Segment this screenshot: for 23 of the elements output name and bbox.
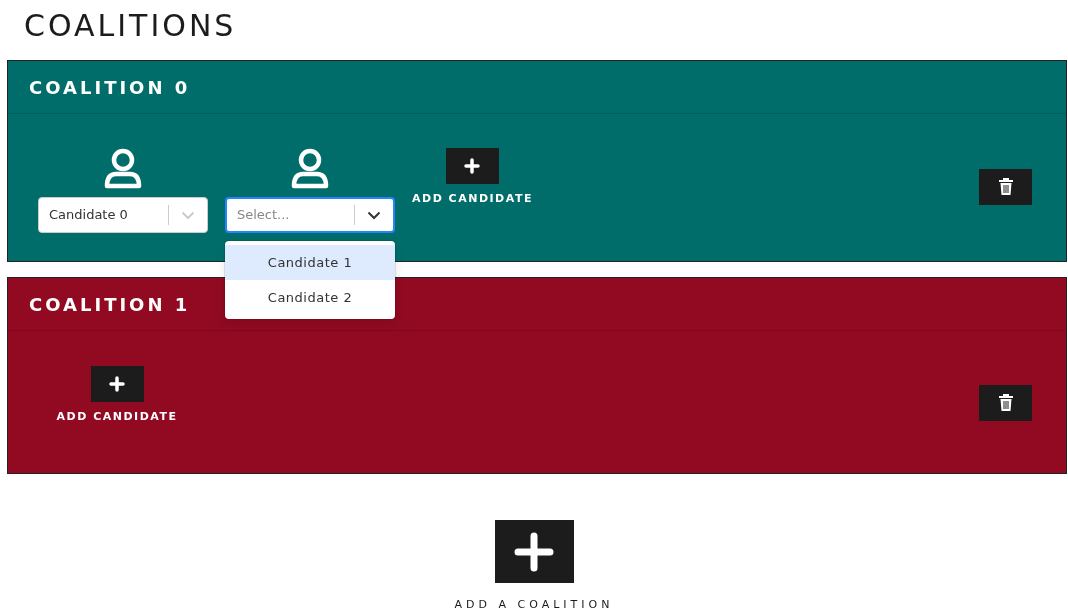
add-candidate-button[interactable] [90,366,144,402]
coalition-title: COALITION 0 [29,75,191,100]
person-icon [289,148,331,190]
dropdown-option[interactable]: Candidate 2 [225,280,395,315]
person-icon [102,148,144,190]
coalition-title: COALITION 1 [29,292,191,317]
add-candidate-button[interactable] [445,148,499,184]
candidate-select[interactable]: Select... [225,197,395,233]
delete-button[interactable] [979,169,1032,205]
trash-icon [997,394,1014,412]
dropdown-option[interactable]: Candidate 1 [225,245,395,280]
chevron-down-icon [181,210,195,220]
add-coalition-label: ADD A COALITION [454,597,614,608]
add-candidate-label: ADD CANDIDATE [412,191,533,207]
add-coalition-button[interactable] [494,520,574,583]
plus-icon [109,376,125,392]
trash-icon [997,178,1014,196]
add-candidate-label: ADD CANDIDATE [56,409,178,425]
delete-button[interactable] [979,385,1032,421]
chevron-down-icon [367,210,381,220]
plus-icon [464,158,481,174]
page-title: COALITIONS [24,8,238,44]
candidate-select[interactable]: Candidate 0 [38,197,208,233]
